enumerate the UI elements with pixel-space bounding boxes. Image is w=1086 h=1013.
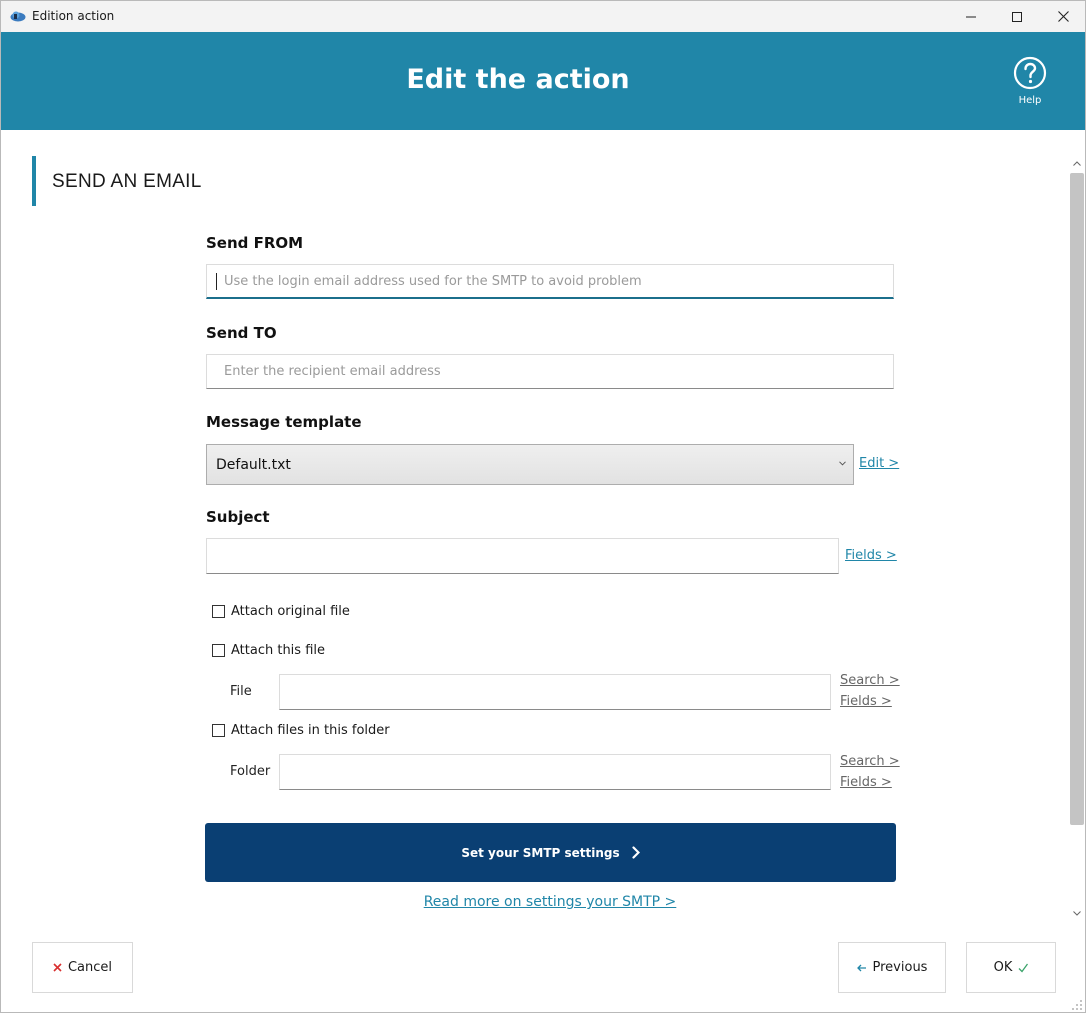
- minimize-button[interactable]: [948, 1, 994, 32]
- file-path-input[interactable]: [279, 674, 831, 710]
- message-template-select[interactable]: Default.txt: [206, 444, 854, 485]
- section-title: SEND AN EMAIL: [52, 171, 202, 192]
- close-icon: [1057, 11, 1069, 22]
- resize-grip-icon[interactable]: [1071, 999, 1083, 1011]
- scrollbar-thumb[interactable]: [1070, 173, 1084, 825]
- send-to-input[interactable]: [206, 354, 894, 389]
- file-fields-link[interactable]: Fields >: [840, 694, 892, 709]
- send-from-input[interactable]: [206, 264, 894, 299]
- attach-file-label: Attach this file: [231, 643, 325, 658]
- folder-search-link[interactable]: Search >: [840, 754, 900, 769]
- previous-button[interactable]: Previous: [838, 942, 946, 993]
- attach-folder-label: Attach files in this folder: [231, 723, 390, 738]
- maximize-icon: [1012, 11, 1022, 22]
- arrow-left-icon: [856, 964, 866, 971]
- read-more-smtp-link[interactable]: Read more on settings your SMTP >: [1, 894, 1086, 910]
- subject-fields-link[interactable]: Fields >: [845, 548, 897, 563]
- send-to-label: Send TO: [206, 324, 277, 342]
- folder-fields-link[interactable]: Fields >: [840, 775, 892, 790]
- attach-original-label: Attach original file: [231, 604, 350, 619]
- message-template-label: Message template: [206, 413, 362, 431]
- subject-label: Subject: [206, 508, 270, 526]
- page-title: Edit the action: [406, 64, 630, 95]
- help-button[interactable]: Help: [1009, 56, 1051, 108]
- help-icon: [1013, 56, 1047, 90]
- file-search-link[interactable]: Search >: [840, 673, 900, 688]
- folder-path-input[interactable]: [279, 754, 831, 790]
- minimize-icon: [966, 16, 976, 17]
- attach-file-checkbox[interactable]: [212, 644, 225, 657]
- help-label: Help: [1018, 95, 1042, 106]
- ok-label: OK: [993, 960, 1013, 975]
- cancel-x-icon: [53, 963, 62, 972]
- folder-label: Folder: [230, 764, 271, 779]
- previous-label: Previous: [872, 960, 928, 975]
- attach-original-checkbox[interactable]: [212, 605, 225, 618]
- edit-template-link[interactable]: Edit >: [859, 456, 899, 471]
- page-header: Edit the action Help: [1, 32, 1085, 130]
- ok-button[interactable]: OK: [966, 942, 1056, 993]
- maximize-button[interactable]: [994, 1, 1040, 32]
- file-label: File: [230, 684, 252, 699]
- cancel-label: Cancel: [67, 960, 113, 975]
- window-title: Edition action: [32, 9, 115, 23]
- close-button[interactable]: [1040, 1, 1086, 32]
- attach-folder-checkbox[interactable]: [212, 724, 225, 737]
- chevron-up-icon: [1073, 161, 1081, 166]
- attach-original-row[interactable]: Attach original file: [212, 604, 350, 619]
- cancel-button[interactable]: Cancel: [32, 942, 133, 993]
- smtp-settings-button[interactable]: Set your SMTP settings: [205, 823, 896, 882]
- scroll-up-button[interactable]: [1069, 156, 1085, 171]
- attach-file-row[interactable]: Attach this file: [212, 643, 325, 658]
- checkmark-icon: [1018, 963, 1029, 972]
- attach-folder-row[interactable]: Attach files in this folder: [212, 723, 390, 738]
- chevron-down-icon: [839, 461, 846, 466]
- smtp-settings-label: Set your SMTP settings: [461, 845, 620, 860]
- message-template-value: Default.txt: [216, 457, 291, 473]
- edition-action-window: Edition action Edit the action Help SEND…: [0, 0, 1086, 1013]
- chevron-down-icon: [1073, 911, 1081, 916]
- cloud-app-icon: [10, 11, 26, 22]
- subject-input[interactable]: [206, 538, 839, 574]
- text-caret: [216, 273, 217, 290]
- chevron-right-icon: [632, 846, 640, 859]
- section-accent-bar: [32, 156, 36, 206]
- title-bar: Edition action: [1, 1, 1085, 32]
- send-from-label: Send FROM: [206, 234, 304, 252]
